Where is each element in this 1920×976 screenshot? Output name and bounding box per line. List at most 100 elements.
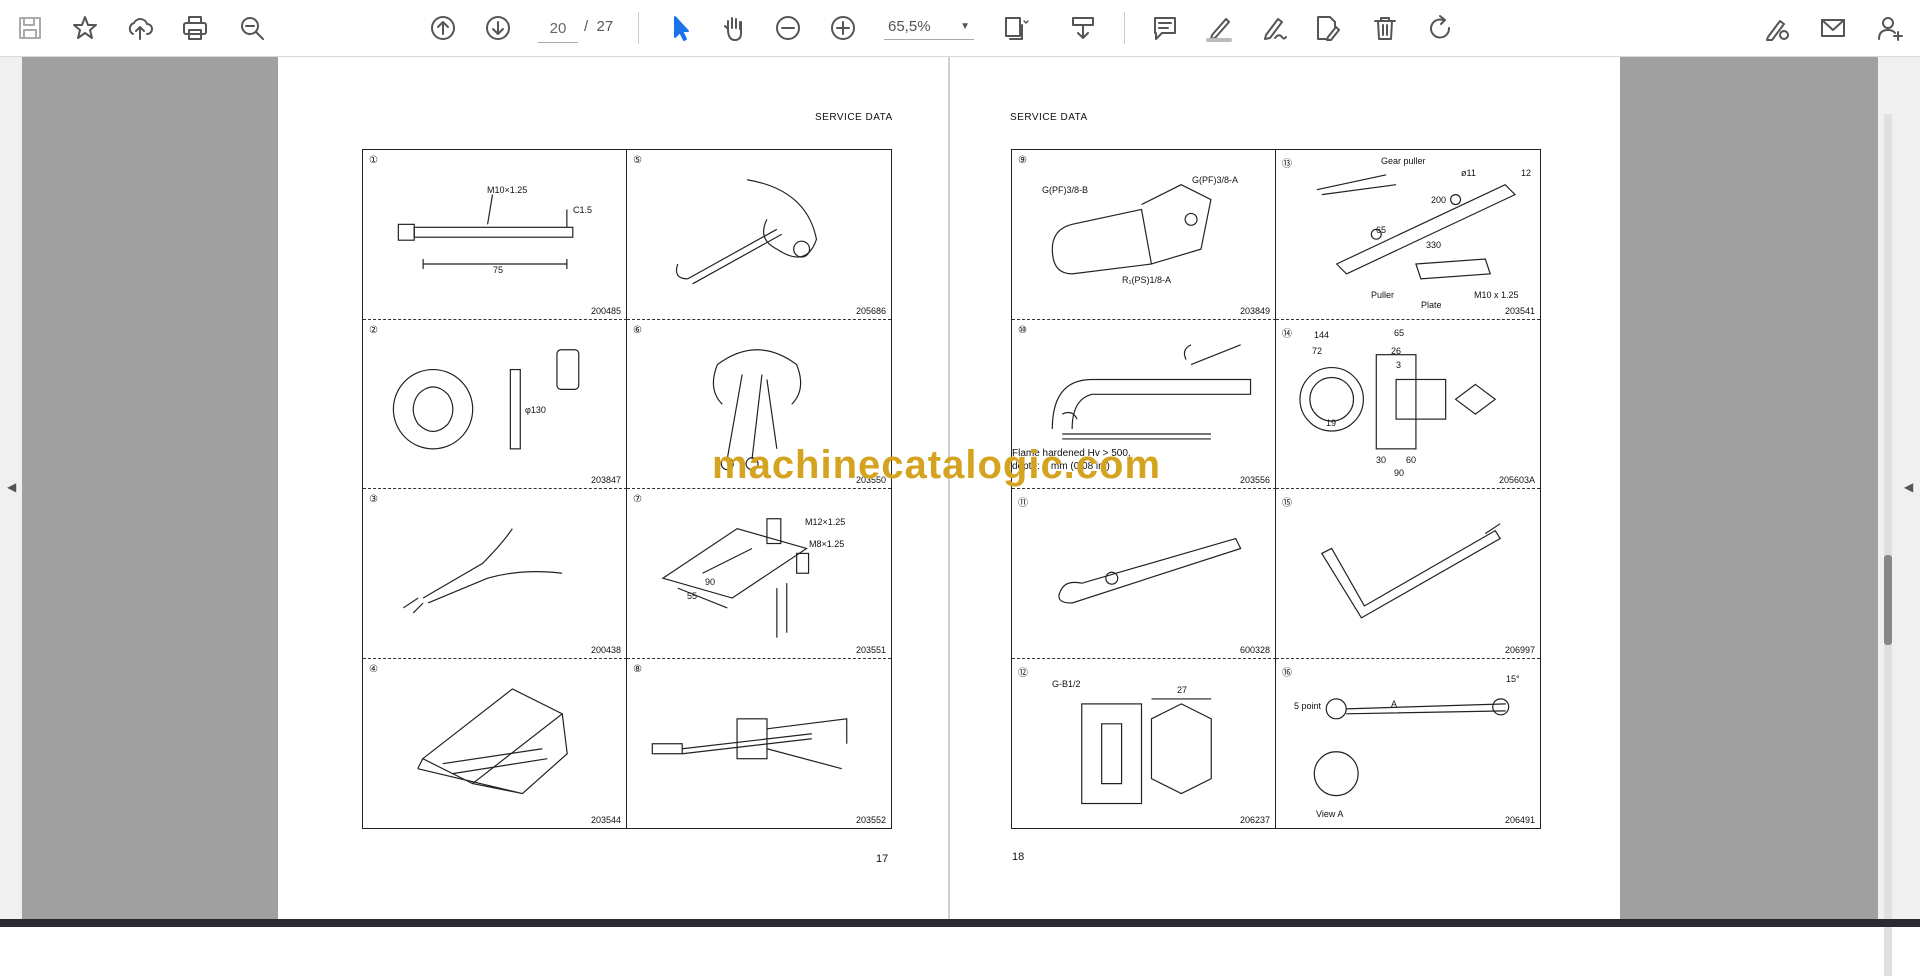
star-icon[interactable] [65, 8, 105, 48]
figure-number: ⑭ [1282, 328, 1292, 340]
page-number: 18 [1012, 851, 1025, 863]
tool-figure-grid: ⑨ G(PF)3/8-B G(PF)3/8-A R₁(PS)1/8-A 2038… [1011, 149, 1541, 829]
toolbar: / 27 65,5%▼ [0, 0, 1920, 57]
dimension-label: 60 [1406, 454, 1417, 465]
print-icon[interactable] [175, 8, 215, 48]
comment-icon[interactable] [1145, 8, 1185, 48]
dimension-label: View A [1316, 808, 1344, 819]
figure-code: 206997 [1504, 644, 1535, 655]
dimension-label: G(PF)3/8-A [1192, 175, 1239, 185]
dimension-label: 90 [1394, 467, 1405, 478]
trash-icon[interactable] [1365, 8, 1405, 48]
page-up-icon[interactable] [423, 8, 463, 48]
page-number: 17 [876, 853, 889, 865]
dimension-label: ø11 [1461, 168, 1476, 178]
document-viewer[interactable]: SERVICE DATA ① M10×1.25 C1.5 75 200485 ⑤… [0, 57, 1920, 976]
figure-cell: ③ 200438 [363, 489, 627, 659]
dimension-label: A [1391, 698, 1398, 709]
download-tray-icon[interactable] [1063, 8, 1103, 48]
dimension-label: 26 [1391, 345, 1402, 356]
figure-code: 206491 [1504, 815, 1535, 825]
figure-number: ④ [369, 663, 378, 675]
page-17: SERVICE DATA ① M10×1.25 C1.5 75 200485 ⑤… [278, 57, 948, 919]
dimension-label: M12×1.25 [805, 517, 846, 527]
upload-cloud-icon[interactable] [120, 8, 160, 48]
figure-cell: ⑭ 144 65 72 26 3 19 30 60 90 205603A [1276, 320, 1540, 489]
zoom-select[interactable]: 65,5% ▼ [884, 14, 974, 40]
page-header: SERVICE DATA [815, 112, 893, 123]
figure-number: ⑨ [1018, 155, 1027, 166]
dimension-label: 65 [1394, 327, 1405, 338]
dimension-label: 65 [1376, 225, 1387, 235]
figure-number: ⑫ [1018, 667, 1028, 679]
fit-page-icon[interactable] [995, 8, 1035, 48]
page-total: / 27 [584, 18, 614, 35]
dimension-label: 72 [1312, 345, 1323, 356]
dimension-label: 75 [493, 265, 504, 275]
select-cursor-icon[interactable] [660, 8, 700, 48]
plus-circle-icon[interactable] [823, 8, 863, 48]
figure-code: 203552 [855, 815, 886, 825]
page-down-icon[interactable] [478, 8, 518, 48]
figure-cell: ⑤ 205686 [627, 150, 891, 320]
dimension-label: 12 [1521, 168, 1532, 178]
figure-code: 200485 [590, 305, 621, 316]
dimension-label: M10×1.25 [487, 185, 528, 195]
hand-icon[interactable] [714, 8, 754, 48]
right-panel-toggle-icon[interactable]: ◀ [1904, 480, 1913, 494]
page-number-input[interactable] [538, 14, 578, 43]
figure-number: ② [369, 324, 378, 336]
dimension-label: 15° [1506, 673, 1520, 684]
figure-cell: ① M10×1.25 C1.5 75 200485 [363, 150, 627, 320]
dimension-label: 90 [705, 577, 716, 587]
figure-code: 205686 [855, 305, 886, 316]
highlight-pen-icon[interactable] [1199, 8, 1239, 48]
figure-number: ⑩ [1018, 324, 1027, 336]
minus-circle-icon[interactable] [768, 8, 808, 48]
dimension-label: C1.5 [573, 205, 593, 215]
figure-code: 203847 [590, 475, 621, 485]
sign-pen-icon[interactable] [1253, 8, 1293, 48]
figure-code: 203544 [590, 815, 621, 825]
figure-cell: ⑬ Gear puller ø11 12 200 65 330 Puller P… [1276, 150, 1540, 320]
divider [1124, 12, 1125, 44]
page-18: SERVICE DATA ⑨ G(PF)3/8-B G(PF)3/8-A R₁(… [950, 57, 1620, 919]
figure-code: 203556 [1239, 475, 1270, 485]
dimension-label: 144 [1314, 329, 1330, 340]
figure-cell: ⑫ G-B1/2 27 206237 [1012, 658, 1276, 828]
dimension-label: 200 [1431, 195, 1447, 205]
mail-icon[interactable] [1813, 8, 1853, 48]
stamp-edit-icon[interactable] [1307, 8, 1347, 48]
figure-cell: ⑧ 203552 [627, 659, 891, 829]
figure-number: ⑮ [1282, 498, 1292, 509]
add-user-icon[interactable] [1870, 8, 1910, 48]
figure-cell: ② φ130 203847 [363, 319, 627, 489]
zoom-out-search-icon[interactable] [232, 8, 272, 48]
figure-number: ⑧ [633, 663, 642, 675]
dimension-label: 330 [1426, 240, 1442, 250]
figure-cell: ⑪ 600328 [1012, 489, 1276, 659]
dimension-label: φ130 [525, 404, 546, 415]
figure-cell: ⑨ G(PF)3/8-B G(PF)3/8-A R₁(PS)1/8-A 2038… [1012, 150, 1276, 320]
dimension-label: Puller [1371, 290, 1395, 300]
divider [638, 12, 639, 44]
page-header: SERVICE DATA [1010, 112, 1088, 123]
save-icon[interactable] [10, 8, 50, 48]
dimension-label: G(PF)3/8-B [1042, 185, 1089, 195]
vertical-scrollbar[interactable] [1884, 114, 1892, 976]
dimension-label: 30 [1376, 454, 1387, 465]
rotate-icon[interactable] [1420, 8, 1460, 48]
dimension-label: M10 x 1.25 [1474, 290, 1519, 300]
scrollbar-thumb[interactable] [1884, 555, 1892, 645]
figure-number: ⑯ [1282, 667, 1292, 679]
share-link-icon[interactable] [1757, 8, 1797, 48]
figure-code: 203551 [855, 644, 886, 655]
figure-number: ⑬ [1282, 159, 1292, 170]
dimension-label: 19 [1326, 417, 1337, 428]
dimension-label: M8×1.25 [809, 539, 845, 549]
left-panel-toggle-icon[interactable]: ◀ [7, 480, 16, 494]
taskbar-strip [0, 919, 1920, 927]
figure-code: 200438 [590, 644, 621, 655]
figure-cell: ④ 203544 [363, 658, 627, 828]
figure-cell: ⑮ 206997 [1276, 489, 1540, 659]
